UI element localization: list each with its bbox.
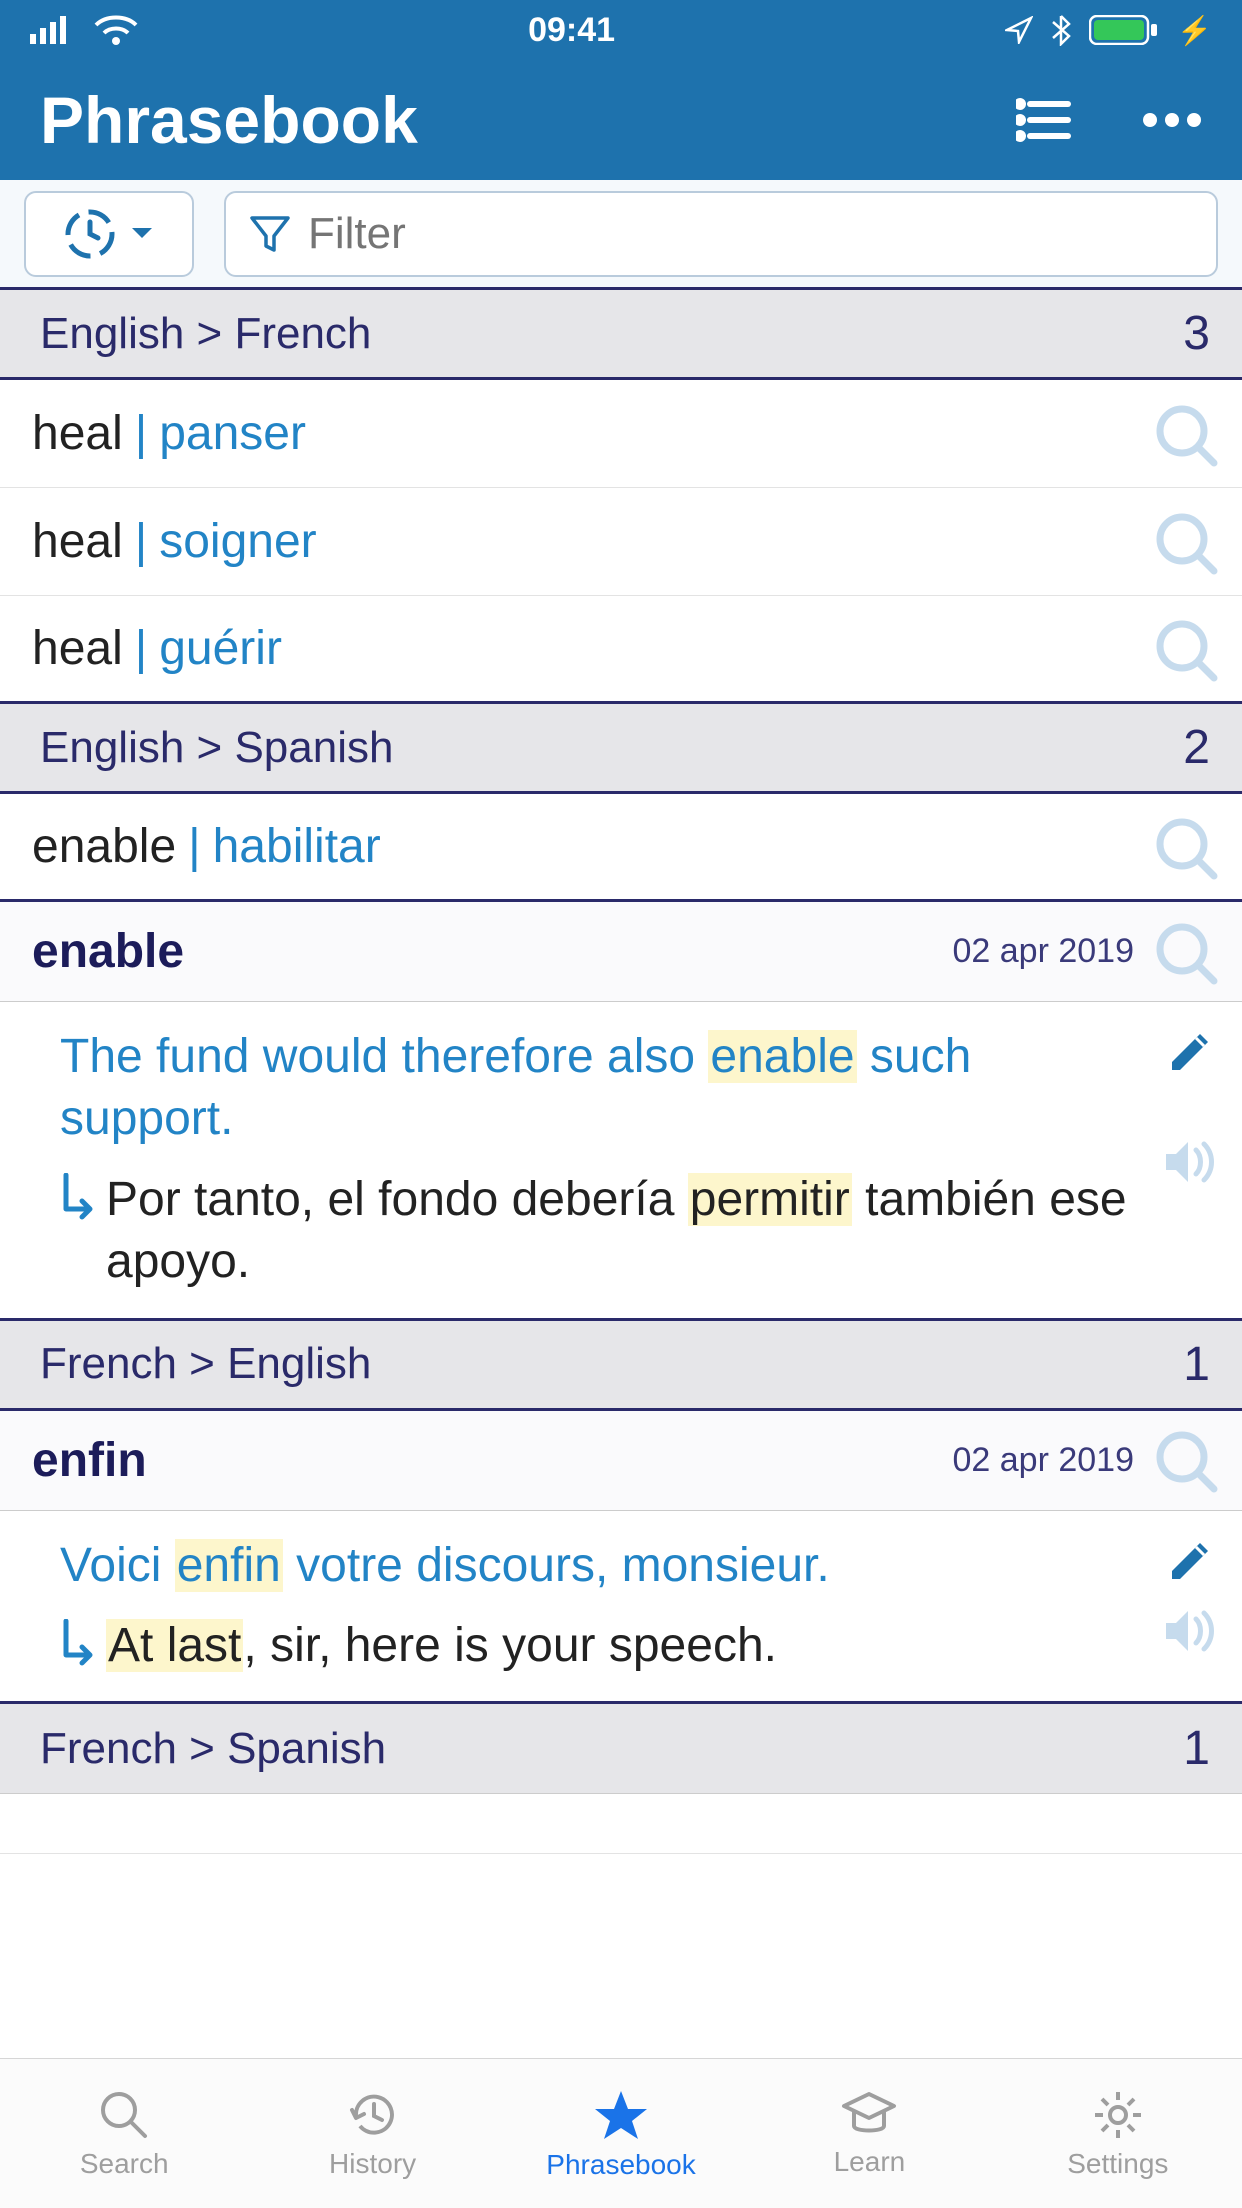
star-icon bbox=[593, 2087, 649, 2143]
entry-row[interactable]: heal | soigner bbox=[0, 488, 1242, 596]
entry-source: heal bbox=[32, 406, 123, 461]
section-title: French > English bbox=[40, 1339, 371, 1389]
expanded-word: enfin bbox=[32, 1433, 953, 1488]
entry-row[interactable]: heal | panser bbox=[0, 380, 1242, 488]
expanded-date: 02 apr 2019 bbox=[953, 1441, 1135, 1480]
entry-separator: | bbox=[135, 621, 147, 676]
status-time: 09:41 bbox=[528, 11, 615, 50]
entry-separator: | bbox=[188, 819, 200, 874]
speaker-icon[interactable] bbox=[1162, 1607, 1218, 1655]
learn-icon bbox=[840, 2090, 898, 2140]
section-header[interactable]: English > French 3 bbox=[0, 290, 1242, 380]
section-count: 3 bbox=[1183, 306, 1210, 361]
section-header[interactable]: English > Spanish 2 bbox=[0, 704, 1242, 794]
section-header[interactable]: French > Spanish 1 bbox=[0, 1704, 1242, 1794]
example-source: Voici enfin votre discours, monsieur. bbox=[60, 1535, 1138, 1597]
filter-icon bbox=[250, 214, 290, 254]
example-target: Por tanto, el fondo debería permitir tam… bbox=[106, 1169, 1138, 1294]
entry-source: enable bbox=[32, 819, 176, 874]
tab-settings[interactable]: Settings bbox=[994, 2059, 1242, 2208]
tab-label: Search bbox=[80, 2148, 169, 2180]
expanded-word: enable bbox=[32, 924, 953, 979]
status-bar: 09:41 ⚡ bbox=[0, 0, 1242, 60]
status-right: ⚡ bbox=[1005, 14, 1212, 47]
search-icon[interactable] bbox=[1152, 919, 1218, 985]
clock-icon bbox=[64, 208, 116, 260]
nav-bar: Phrasebook bbox=[0, 60, 1242, 180]
expanded-entry-header[interactable]: enable 02 apr 2019 bbox=[0, 902, 1242, 1002]
tab-learn[interactable]: Learn bbox=[745, 2059, 993, 2208]
status-left bbox=[30, 15, 138, 45]
tab-history[interactable]: History bbox=[248, 2059, 496, 2208]
expanded-date: 02 apr 2019 bbox=[953, 932, 1135, 971]
tab-label: Phrasebook bbox=[546, 2149, 695, 2181]
chevron-down-icon bbox=[130, 226, 154, 242]
tab-phrasebook[interactable]: Phrasebook bbox=[497, 2059, 745, 2208]
example-source: The fund would therefore also enable suc… bbox=[60, 1026, 1138, 1151]
edit-icon[interactable] bbox=[1164, 1535, 1216, 1587]
section-title: English > Spanish bbox=[40, 723, 393, 773]
section-count: 1 bbox=[1183, 1337, 1210, 1392]
search-icon bbox=[97, 2088, 151, 2142]
arrow-icon bbox=[60, 1173, 96, 1225]
partial-row bbox=[0, 1794, 1242, 1854]
tab-search[interactable]: Search bbox=[0, 2059, 248, 2208]
wifi-icon bbox=[94, 15, 138, 45]
search-icon[interactable] bbox=[1152, 401, 1218, 467]
tab-label: Settings bbox=[1067, 2148, 1168, 2180]
filter-input-wrap[interactable] bbox=[224, 191, 1218, 277]
signal-icon bbox=[30, 16, 76, 44]
speaker-icon[interactable] bbox=[1162, 1138, 1218, 1186]
gear-icon bbox=[1091, 2088, 1145, 2142]
section-header[interactable]: French > English 1 bbox=[0, 1321, 1242, 1411]
more-icon[interactable] bbox=[1142, 112, 1202, 128]
tab-bar: Search History Phrasebook Learn Settings bbox=[0, 2058, 1242, 2208]
charging-icon: ⚡ bbox=[1177, 14, 1212, 47]
example-block: Voici enfin votre discours, monsieur. At… bbox=[0, 1511, 1242, 1705]
entry-separator: | bbox=[135, 406, 147, 461]
list-view-icon[interactable] bbox=[1016, 98, 1072, 142]
sort-button[interactable] bbox=[24, 191, 194, 277]
battery-icon bbox=[1089, 15, 1159, 45]
entry-row[interactable]: enable | habilitar bbox=[0, 794, 1242, 902]
example-block: The fund would therefore also enable suc… bbox=[0, 1002, 1242, 1321]
tab-label: History bbox=[329, 2148, 416, 2180]
page-title: Phrasebook bbox=[40, 82, 1016, 158]
history-icon bbox=[346, 2088, 400, 2142]
entry-source: heal bbox=[32, 514, 123, 569]
search-icon[interactable] bbox=[1152, 1427, 1218, 1493]
expanded-entry-header[interactable]: enfin 02 apr 2019 bbox=[0, 1411, 1242, 1511]
section-count: 1 bbox=[1183, 1721, 1210, 1776]
search-icon[interactable] bbox=[1152, 509, 1218, 575]
arrow-icon bbox=[60, 1619, 96, 1671]
tab-label: Learn bbox=[834, 2146, 906, 2178]
edit-icon[interactable] bbox=[1164, 1026, 1216, 1078]
filter-bar bbox=[0, 180, 1242, 290]
entry-source: heal bbox=[32, 621, 123, 676]
location-icon bbox=[1005, 16, 1033, 44]
entry-target: soigner bbox=[159, 514, 316, 569]
example-target: At last, sir, here is your speech. bbox=[106, 1615, 777, 1677]
entry-row[interactable]: heal | guérir bbox=[0, 596, 1242, 704]
section-count: 2 bbox=[1183, 720, 1210, 775]
entry-target: habilitar bbox=[213, 819, 381, 874]
search-icon[interactable] bbox=[1152, 814, 1218, 880]
entry-separator: | bbox=[135, 514, 147, 569]
bluetooth-icon bbox=[1051, 14, 1071, 46]
entry-target: panser bbox=[159, 406, 306, 461]
search-icon[interactable] bbox=[1152, 616, 1218, 682]
filter-input[interactable] bbox=[308, 209, 1192, 259]
section-title: French > Spanish bbox=[40, 1724, 386, 1774]
entry-target: guérir bbox=[159, 621, 282, 676]
section-title: English > French bbox=[40, 309, 371, 359]
